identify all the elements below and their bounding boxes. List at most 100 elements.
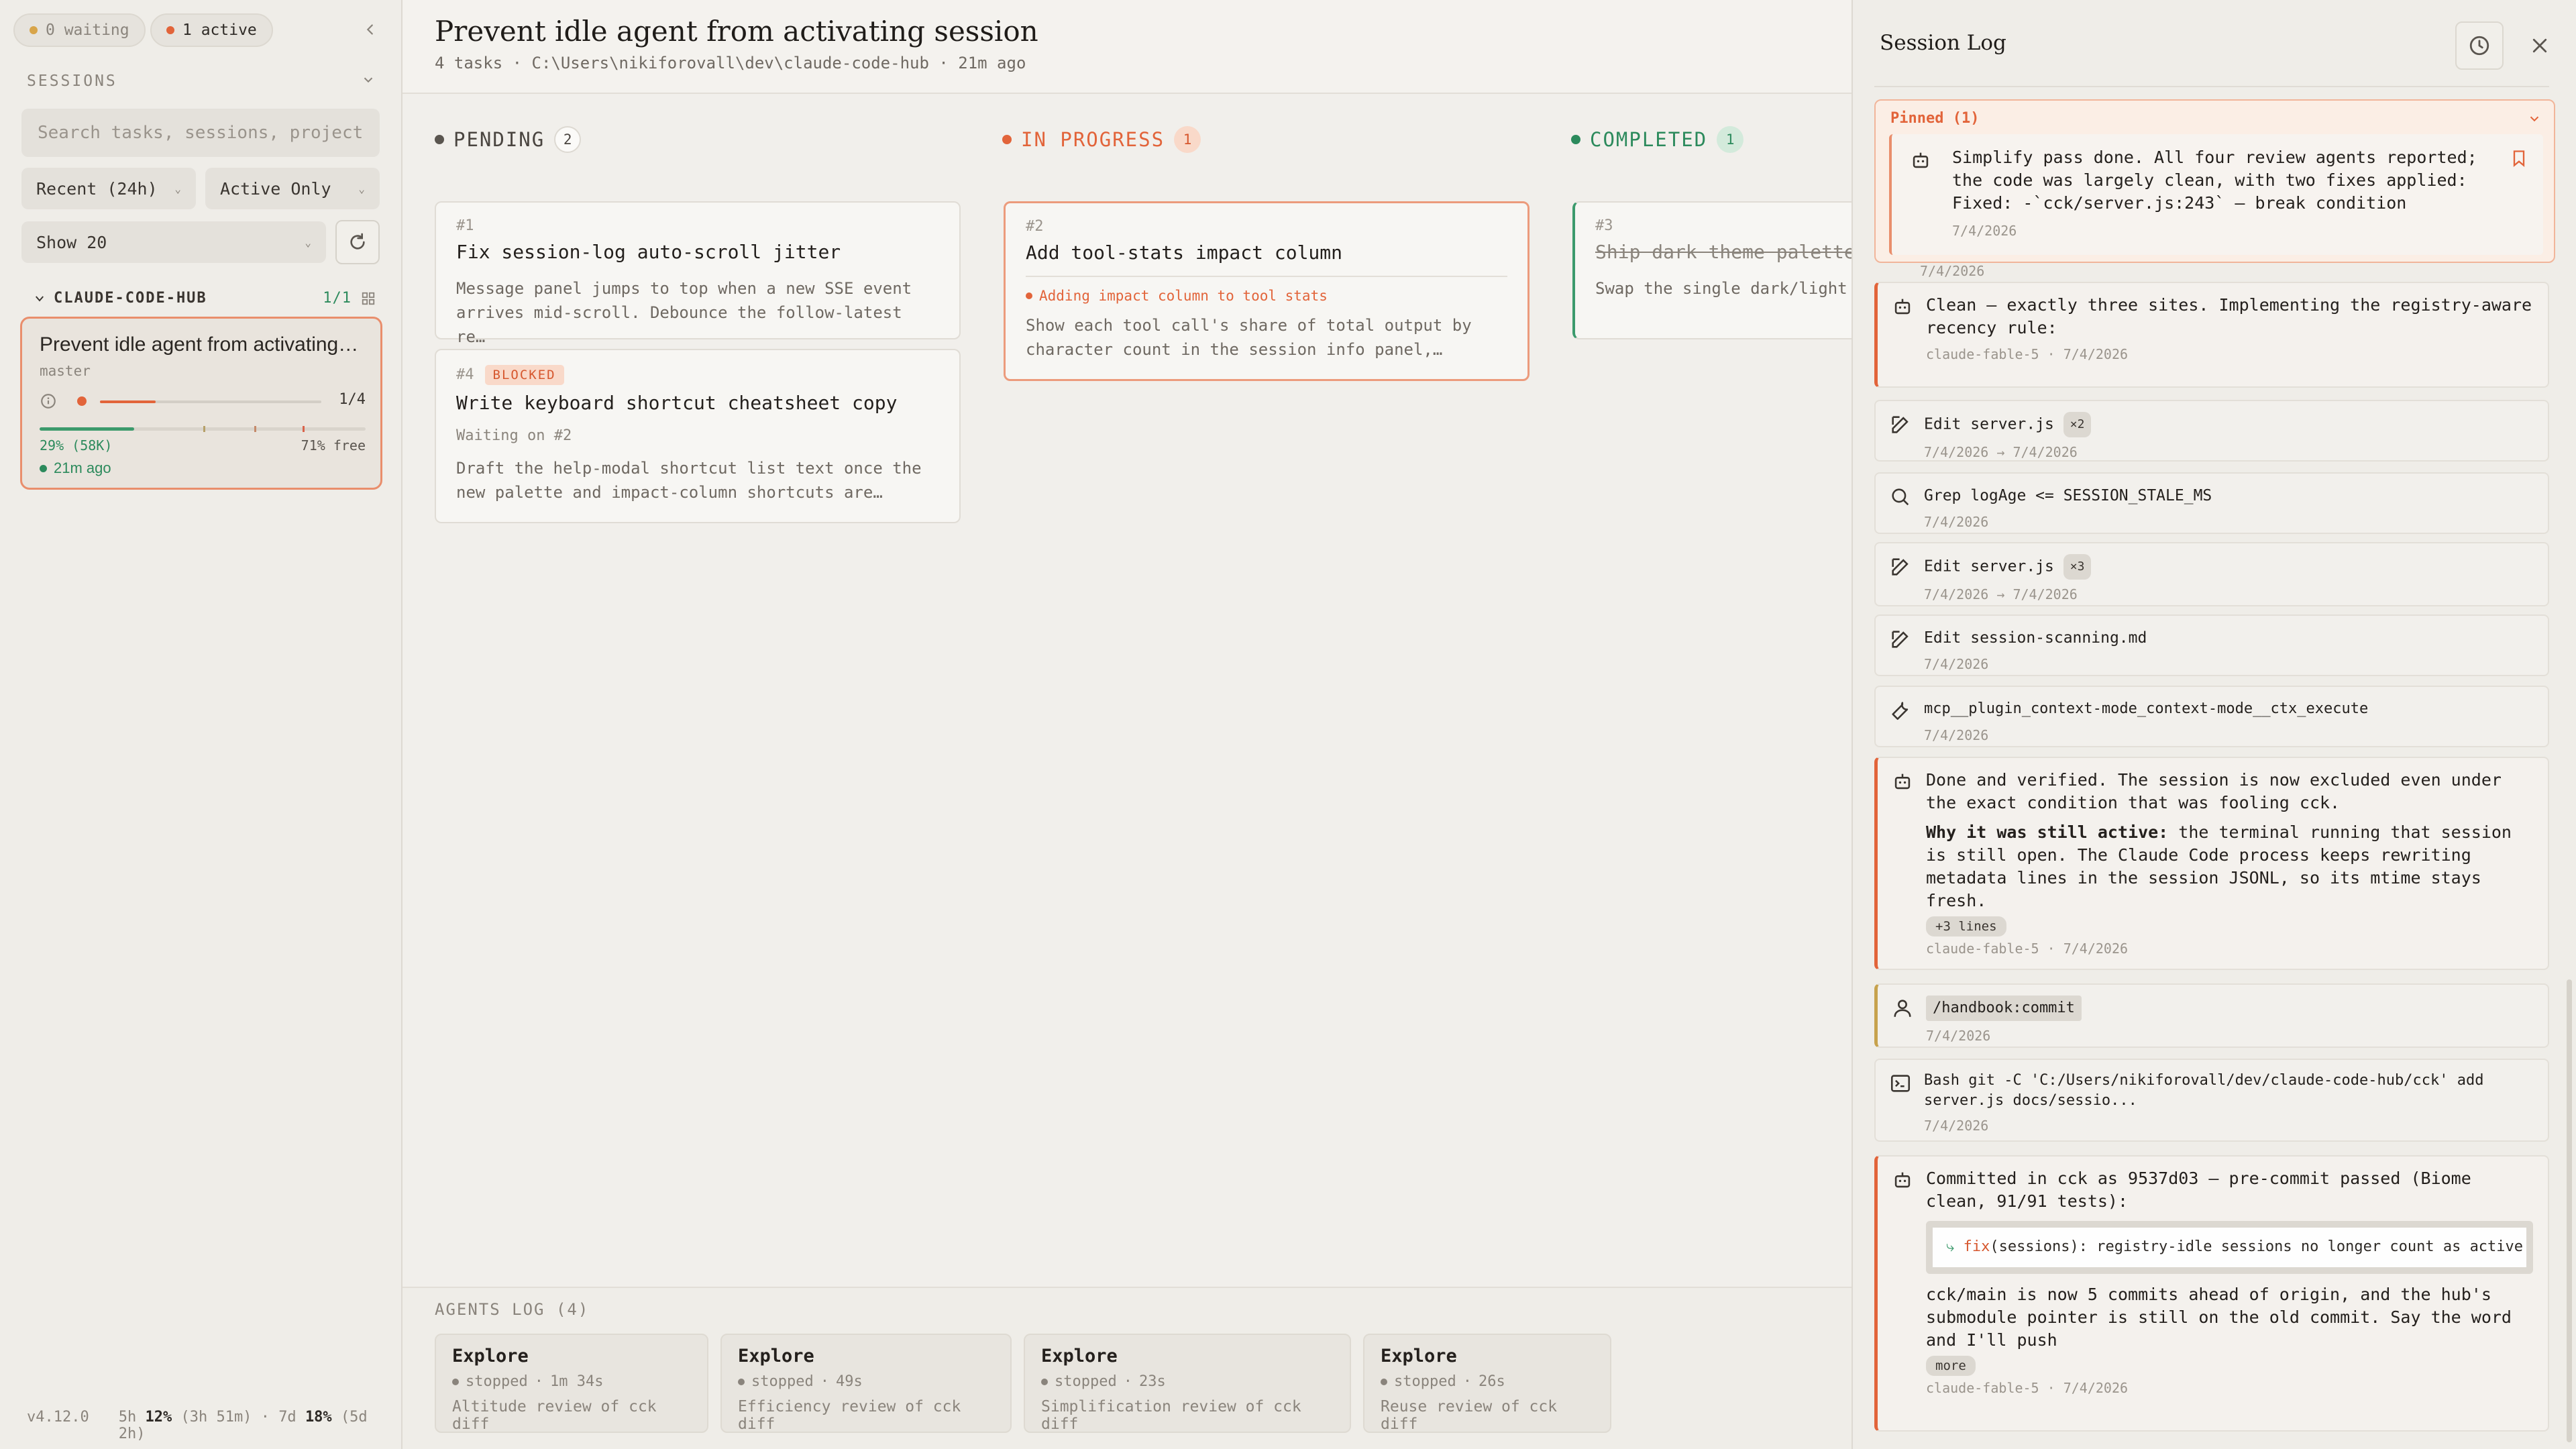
chevron-down-icon: ⌄ [174,182,181,195]
sidebar-footer: v4.12.0 5h 12% (3h 51m) · 7d 18% (5d 2h) [27,1409,382,1442]
activity-dot-icon [1026,292,1032,299]
status-dot-icon [1041,1378,1048,1385]
pinned-entry-date: 7/4/2026 [1952,223,2017,239]
log-entry-tool[interactable]: Grep logAge <= SESSION_STALE_MS 7/4/2026 [1874,472,2549,534]
close-log-button[interactable] [2516,21,2564,70]
grid-icon[interactable] [361,291,376,306]
chevron-down-icon: ⌄ [305,235,311,249]
wrench-icon [1892,702,1909,720]
refresh-button[interactable] [335,220,380,264]
task-progress-row: 1/4 [40,391,366,411]
waiting-filter-pill[interactable]: 0 waiting [13,13,146,47]
sessions-heading[interactable]: SESSIONS [27,72,376,90]
expand-more-button[interactable]: more [1926,1356,1976,1376]
log-entry-meta: claude-fable-5 · 7/4/2026 [1926,346,2129,362]
log-entry-text: Clean — exactly three sites. Implementin… [1926,295,2532,337]
agent-card[interactable]: Explore stopped · 1m 34s Altitude review o… [435,1334,708,1433]
agent-duration: 1m 34s [549,1373,604,1390]
session-card[interactable]: Prevent idle agent from activating sessi… [20,317,382,490]
session-title: Prevent idle agent from activating sessi… [40,333,363,356]
log-entry-text: Bash git -C 'C:/Users/nikiforovall/dev/c… [1924,1072,2484,1109]
blocked-badge: BLOCKED [484,365,564,385]
log-entry-tool[interactable]: Edit server.js ×3 7/4/2026 → 7/4/2026 [1874,542,2549,606]
task-title: Fix session-log auto-scroll jitter [456,241,841,263]
status-dot-icon [738,1378,745,1385]
repeat-count-badge: ×3 [2063,554,2092,580]
user-icon [1894,1000,1911,1017]
commit-subject: (sessions): registry-idle sessions no lo… [1990,1238,2524,1255]
history-button[interactable] [2455,21,2504,70]
active-only-select[interactable]: Active Only ⌄ [205,168,380,209]
project-group-header[interactable]: CLAUDE-CODE-HUB 1/1 [34,290,376,307]
task-progress-track [100,400,321,403]
active-only-select-value: Active Only [220,178,331,199]
page-subtitle: 4 tasks · C:\Users\nikiforovall\dev\clau… [435,54,1026,72]
clock-icon [2469,36,2489,56]
task-card[interactable]: #1 Fix session-log auto-scroll jitter Me… [435,201,961,346]
log-entry-tool[interactable]: Edit session-scanning.md 7/4/2026 [1874,614,2549,676]
expand-lines-button[interactable]: +3 lines [1926,916,2006,936]
active-filter-pill[interactable]: 1 active [150,13,273,47]
task-number: #2 [1026,218,1044,235]
log-scrollbar[interactable] [2567,979,2572,1442]
log-entry-tool[interactable]: Edit server.js ×2 7/4/2026 → 7/4/2026 [1874,400,2549,462]
agent-description: Simplification review of cck diff [1041,1398,1301,1433]
session-log-panel: Session Log 7/4/2026 Clean — exactly thr… [1851,0,2576,1449]
completed-dot-icon [1571,135,1580,144]
edit-icon [1892,416,1909,433]
pinned-entry[interactable]: Simplify pass done. All four review agen… [1889,134,2543,255]
chevron-down-icon [364,77,373,83]
active-label: 1 active [182,21,257,39]
info-icon[interactable] [40,392,57,410]
pinned-heading[interactable]: Pinned (1) [1890,110,1979,127]
context-fill [40,427,134,431]
chevron-left-icon [366,24,373,35]
bookmark-icon[interactable] [2510,149,2528,168]
session-log-title: Session Log [1880,31,2006,55]
usage-5h-reset: (3h 51m) [180,1409,252,1426]
search-input[interactable] [21,109,380,157]
agent-card[interactable]: Explore stopped · 23s Simplification revie… [1024,1334,1351,1433]
show-count-select[interactable]: Show 20 ⌄ [21,221,326,263]
commit-type: fix [1963,1238,1990,1255]
log-entry-tool[interactable]: mcp__plugin_context-mode_context-mode__c… [1874,686,2549,747]
task-card[interactable]: #4 BLOCKED Write keyboard shortcut cheats… [435,349,961,523]
column-in-progress-count: 1 [1174,126,1201,153]
agent-duration: 49s [835,1373,863,1390]
column-completed-label: COMPLETED [1590,128,1708,151]
pinned-entry-text: Simplify pass done. All four review agen… [1952,148,2477,213]
log-entry-tool[interactable]: Bash git -C 'C:/Users/nikiforovall/dev/c… [1874,1059,2549,1142]
log-entry-user[interactable]: /handbook:commit 7/4/2026 [1874,983,2549,1048]
log-entry-agent[interactable]: Clean — exactly three sites. Implementin… [1874,282,2549,388]
task-card[interactable]: #2 Add tool-stats impact column Adding i… [1004,201,1529,381]
commit-message-code: ⤷ fix(sessions): registry-idle sessions … [1926,1221,2533,1274]
agents-log: AGENTS LOG (4) Explore stopped · 1m 34s Al… [402,1287,1851,1449]
log-entry-meta: 7/4/2026 [1924,514,1989,530]
session-ago-label: 21m ago [54,460,111,476]
log-entry-meta: 7/4/2026 → 7/4/2026 [1924,444,2078,460]
task-description: Show each tool call's share of total out… [1026,316,1472,359]
log-entry-text: Edit session-scanning.md [1924,629,2147,647]
usage-7d-label: 7d [278,1409,297,1426]
waiting-dot-icon [30,26,38,34]
terminal-icon [1890,1075,1911,1092]
page-title: Prevent idle agent from activating sessi… [435,15,1038,48]
log-entry-text: mcp__plugin_context-mode_context-mode__c… [1924,700,2369,717]
column-pending-label: PENDING [453,128,545,151]
agent-card[interactable]: Explore stopped · 49s Efficiency review of… [720,1334,1012,1433]
log-entry-agent[interactable]: Done and verified. The session is now ex… [1874,757,2549,970]
column-completed-count: 1 [1717,126,1744,153]
agent-card[interactable]: Explore stopped · 26s Reuse review of cck … [1363,1334,1611,1433]
chevron-down-icon[interactable] [2527,111,2542,126]
agent-description: Efficiency review of cck diff [738,1398,961,1433]
log-entry-agent[interactable]: Committed in cck as 9537d03 — pre-commit… [1874,1155,2549,1432]
log-entry-text: Committed in cck as 9537d03 — pre-commit… [1926,1169,2471,1211]
task-description: Draft the help-modal shortcut list text … [456,459,922,502]
active-dot-icon [166,26,174,34]
agent-status: stopped [751,1373,814,1390]
recent-select[interactable]: Recent (24h) ⌄ [21,168,196,209]
task-progress-fill [100,400,156,403]
agents-log-heading: AGENTS LOG (4) [435,1300,590,1319]
slash-command: /handbook:commit [1926,996,2082,1021]
collapse-sidebar-button[interactable] [356,15,385,44]
